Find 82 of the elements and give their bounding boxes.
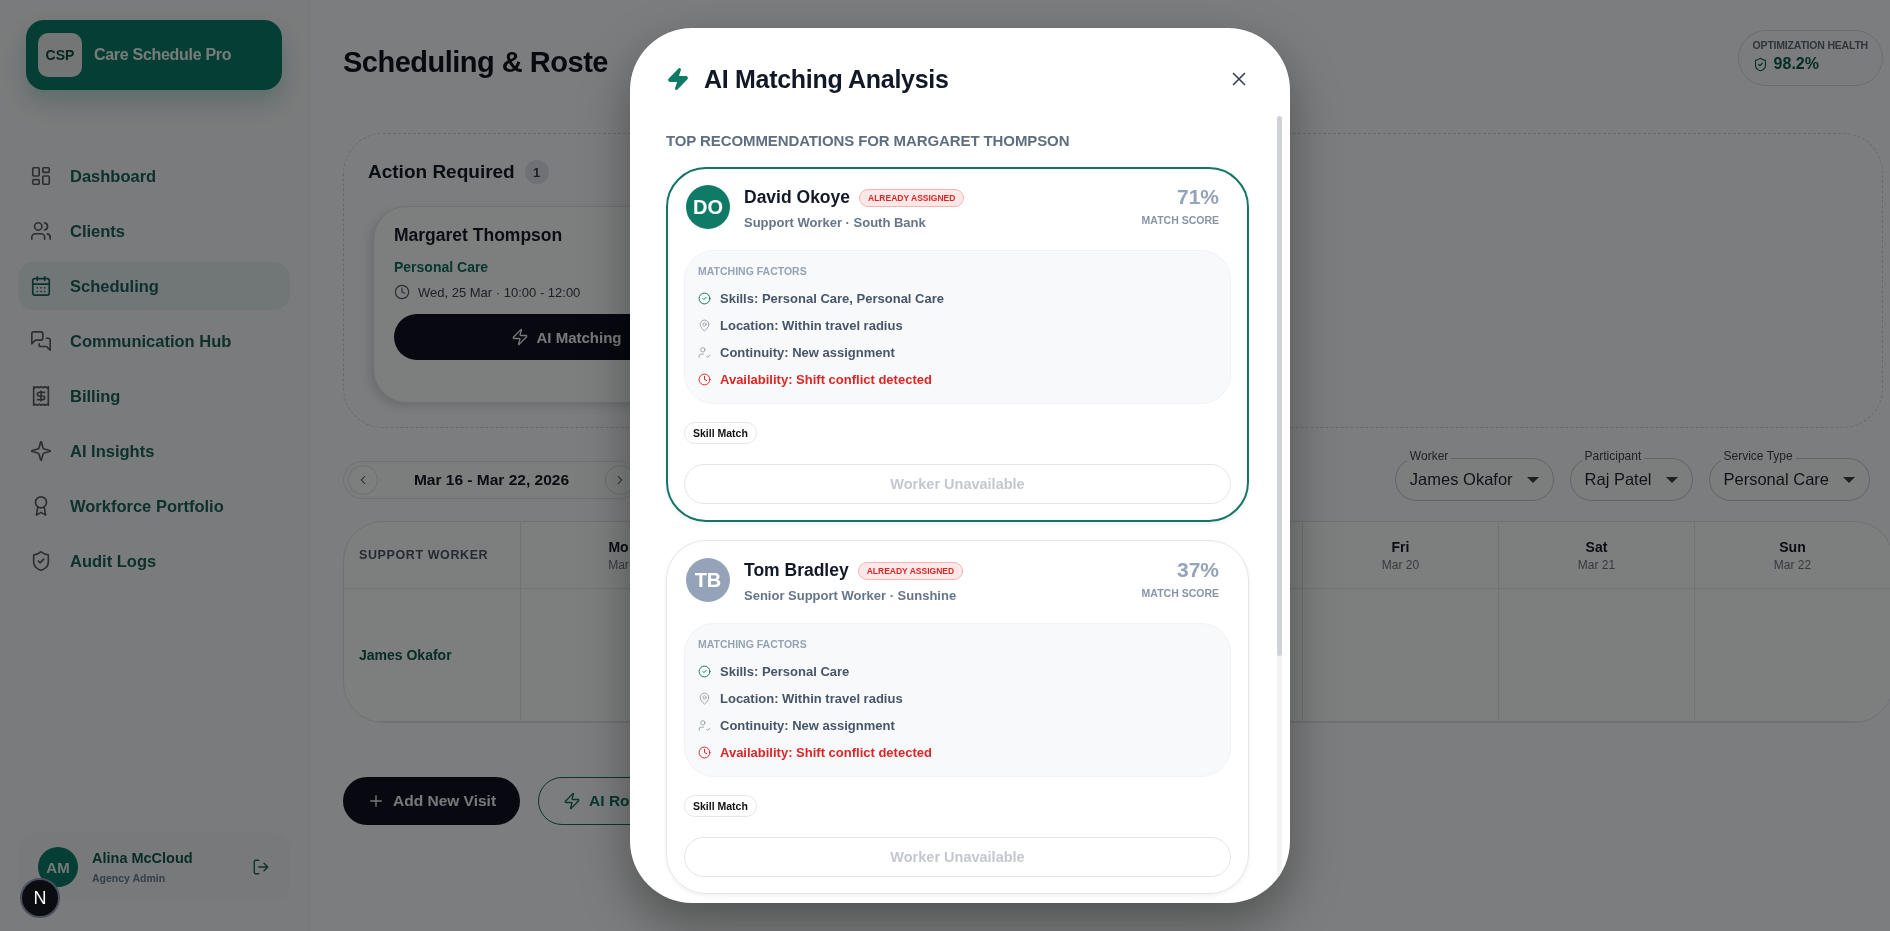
health-value: 98.2% bbox=[1773, 55, 1819, 73]
worker-name: David Okoye bbox=[744, 187, 851, 208]
avatar: TB bbox=[686, 558, 730, 602]
plus-icon bbox=[367, 792, 385, 810]
candidate-card[interactable] bbox=[666, 167, 1249, 522]
factor-text: Location: Within travel radius bbox=[720, 691, 903, 706]
status-badge: ALREADY ASSIGNED bbox=[859, 188, 965, 207]
day-date: Mar 20 bbox=[1381, 557, 1420, 572]
factor-text: Skills: Personal Care bbox=[720, 664, 850, 679]
day-name: Sun bbox=[1779, 538, 1806, 555]
week-label: Mar 16 - Mar 22, 2026 bbox=[413, 471, 570, 489]
user-avatar: AM bbox=[38, 847, 78, 887]
sidebar-item[interactable]: Audit Logs bbox=[18, 537, 290, 585]
match-score: 71% bbox=[1176, 185, 1219, 209]
select-label: Worker bbox=[1406, 449, 1452, 463]
user-name: Alina McCloud bbox=[92, 850, 194, 866]
service-name: Personal Care bbox=[394, 259, 489, 275]
logout-icon[interactable] bbox=[252, 858, 270, 876]
logo-mark: CSP bbox=[38, 33, 82, 77]
factor-text: Availability: Shift conflict detected bbox=[720, 745, 932, 760]
day-date: Mar bbox=[608, 557, 629, 572]
sidebar-item[interactable]: Dashboard bbox=[18, 152, 290, 200]
sidebar-item[interactable]: Billing bbox=[18, 372, 290, 420]
count-badge: 1 bbox=[524, 160, 549, 184]
match-score: 37% bbox=[1176, 558, 1219, 582]
scrollbar[interactable] bbox=[1277, 116, 1282, 876]
select-label: Participant bbox=[1581, 449, 1645, 463]
user-role: Agency Admin bbox=[92, 872, 167, 884]
users-icon bbox=[30, 220, 52, 242]
lightning-bolt-icon bbox=[666, 67, 690, 91]
chat-icon bbox=[30, 330, 52, 352]
page-title: Scheduling & Roste bbox=[343, 46, 608, 79]
worker-name: Tom Bradley bbox=[744, 560, 849, 581]
lightning-bolt-icon bbox=[563, 792, 582, 810]
sparkles-icon bbox=[30, 440, 52, 462]
clock-icon bbox=[394, 284, 410, 300]
receipt-dollar-icon bbox=[30, 385, 52, 407]
caret-icon bbox=[1526, 476, 1539, 483]
match-score-label: MATCH SCORE bbox=[1141, 587, 1219, 599]
sidebar-item[interactable]: AI Insights bbox=[18, 427, 290, 475]
calendar-cell[interactable] bbox=[1303, 589, 1499, 722]
visit-time: Wed, 25 Mar · 10:00 - 12:00 bbox=[418, 284, 581, 300]
day-name: Mo bbox=[608, 538, 629, 555]
shield-check-icon bbox=[1752, 56, 1768, 72]
app-name: Care Schedule Pro bbox=[94, 46, 232, 64]
lightning-bolt-icon bbox=[510, 328, 529, 346]
factor-text: Skills: Personal Care, Personal Care bbox=[720, 291, 944, 306]
select-label: Service Type bbox=[1720, 449, 1796, 463]
factors-title: MATCHING FACTORS bbox=[698, 265, 808, 277]
logo-card[interactable]: CSP Care Schedule Pro bbox=[26, 20, 282, 90]
sidebar-item[interactable]: Workforce Portfolio bbox=[18, 482, 290, 530]
select-value: Raj Patel bbox=[1584, 470, 1652, 489]
status-badge: ALREADY ASSIGNED bbox=[857, 561, 964, 580]
select-value: Personal Care bbox=[1723, 470, 1829, 489]
add-visit-button[interactable]: Add New Visit bbox=[343, 777, 521, 825]
factors-title: MATCHING FACTORS bbox=[698, 638, 808, 650]
worker-name: James Okafor bbox=[344, 589, 521, 722]
section-heading: TOP RECOMMENDATIONS FOR MARGARET THOMPSON bbox=[666, 132, 1071, 149]
column-header: SUPPORT WORKER bbox=[344, 522, 521, 589]
sidebar-item[interactable]: Scheduling bbox=[18, 262, 290, 310]
factor-text: Availability: Shift conflict detected bbox=[720, 372, 932, 387]
select-value: James Okafor bbox=[1409, 470, 1513, 489]
caret-icon bbox=[1665, 476, 1678, 483]
sidebar-item[interactable]: Communication Hub bbox=[18, 317, 290, 365]
shield-check-icon bbox=[30, 550, 52, 572]
factor-text: Continuity: New assignment bbox=[720, 718, 895, 733]
day-name: Fri bbox=[1391, 538, 1410, 555]
modal-title: AI Matching Analysis bbox=[704, 64, 950, 94]
day-date: Mar 22 bbox=[1773, 557, 1812, 572]
worker-role: Support Worker · South Bank bbox=[744, 215, 927, 230]
caret-icon bbox=[1843, 476, 1855, 483]
day-date: Mar 21 bbox=[1577, 557, 1616, 572]
match-score-label: MATCH SCORE bbox=[1141, 214, 1219, 226]
worker-role: Senior Support Worker · Sunshine bbox=[744, 588, 958, 603]
client-name: Margaret Thompson bbox=[394, 225, 563, 246]
calendar-icon bbox=[30, 275, 52, 297]
avatar: DO bbox=[686, 185, 730, 229]
section-title: Action Required bbox=[368, 161, 515, 183]
day-name: Sat bbox=[1585, 538, 1608, 555]
health-label: OPTIMIZATION HEALTH bbox=[1752, 39, 1868, 51]
grid-icon bbox=[30, 165, 52, 187]
sidebar-item[interactable]: Clients bbox=[18, 207, 290, 255]
